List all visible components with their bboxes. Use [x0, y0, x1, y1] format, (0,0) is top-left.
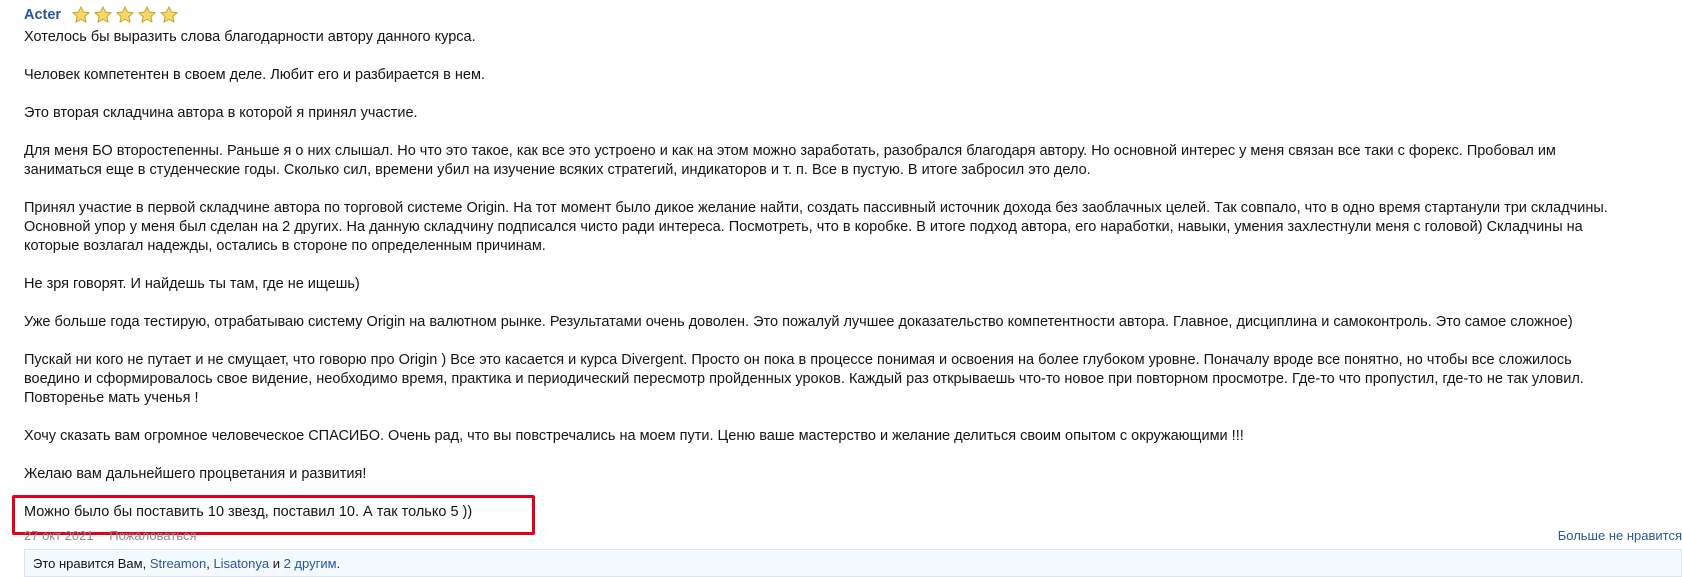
star-icon — [116, 6, 134, 23]
paragraph-line: Не зря говорят. И найдешь ты там, где не… — [24, 276, 360, 292]
review-paragraph: Человек компетентен в своем деле. Любит … — [24, 66, 1674, 85]
review-paragraph: Это вторая складчина автора в которой я … — [24, 104, 1674, 123]
rating-stars — [71, 5, 181, 25]
review-header: Acter — [24, 3, 181, 27]
liker-link[interactable]: Lisatonya — [213, 556, 269, 571]
paragraph-line: Пускай ни кого не путает и не смущает, ч… — [24, 352, 1572, 368]
paragraph-line: заниматься еще в студенческие годы. Скол… — [24, 162, 1091, 178]
review-paragraph: Пускай ни кого не путает и не смущает, ч… — [24, 351, 1674, 408]
paragraph-line: Хочу сказать вам огромное человеческое С… — [24, 428, 1244, 444]
star-icon — [138, 6, 156, 23]
review-post: Acter Хотелось бы выразить слова благода… — [0, 0, 1682, 577]
star-icon — [160, 6, 178, 23]
paragraph-line: Желаю вам дальнейшего процветания и разв… — [24, 466, 367, 482]
likes-suffix: . — [336, 556, 341, 571]
author-link[interactable]: Acter — [24, 7, 61, 23]
report-link[interactable]: Пожаловаться — [109, 528, 196, 543]
unlike-link[interactable]: Больше не нравится — [1558, 528, 1682, 543]
paragraph-line: которые возлагал надежды, остались в сто… — [24, 238, 546, 254]
paragraph-line: Это вторая складчина автора в которой я … — [24, 105, 418, 121]
liker-link[interactable]: Streamon — [150, 556, 206, 571]
review-paragraph: Хочу сказать вам огромное человеческое С… — [24, 427, 1674, 446]
review-paragraph: Для меня БО второстепенны. Раньше я о ни… — [24, 142, 1674, 180]
likes-conjunction: и — [269, 556, 284, 571]
review-paragraph: Уже больше года тестирую, отрабатываю си… — [24, 313, 1674, 332]
post-date[interactable]: 27 окт 2021 — [24, 528, 94, 543]
review-paragraph: Хотелось бы выразить слова благодарности… — [24, 28, 1674, 47]
paragraph-line: Человек компетентен в своем деле. Любит … — [24, 67, 485, 83]
paragraph-line: Основной упор у меня был сделан на 2 дру… — [24, 219, 1583, 235]
likes-others-link[interactable]: 2 другим — [284, 556, 337, 571]
paragraph-line: Хотелось бы выразить слова благодарности… — [24, 29, 476, 45]
paragraph-line: Повторенье мать ученья ! — [24, 390, 199, 406]
paragraph-line: Для меня БО второстепенны. Раньше я о ни… — [24, 143, 1556, 159]
review-footer: 27 окт 2021 Пожаловаться Больше не нрави… — [24, 528, 1682, 546]
likes-prefix: Это нравится Вам, — [33, 556, 150, 571]
review-body: Хотелось бы выразить слова благодарности… — [24, 28, 1674, 522]
review-paragraph: Желаю вам дальнейшего процветания и разв… — [24, 465, 1674, 484]
paragraph-line: воедино и сформировалось свое видение, н… — [24, 371, 1584, 387]
paragraph-line: Принял участие в первой складчине автора… — [24, 200, 1608, 216]
paragraph-line: Уже больше года тестирую, отрабатываю си… — [24, 314, 1573, 330]
star-icon — [72, 6, 90, 23]
review-paragraph: Принял участие в первой складчине автора… — [24, 199, 1674, 256]
star-icon — [94, 6, 112, 23]
review-paragraph: Не зря говорят. И найдешь ты там, где не… — [24, 275, 1674, 294]
